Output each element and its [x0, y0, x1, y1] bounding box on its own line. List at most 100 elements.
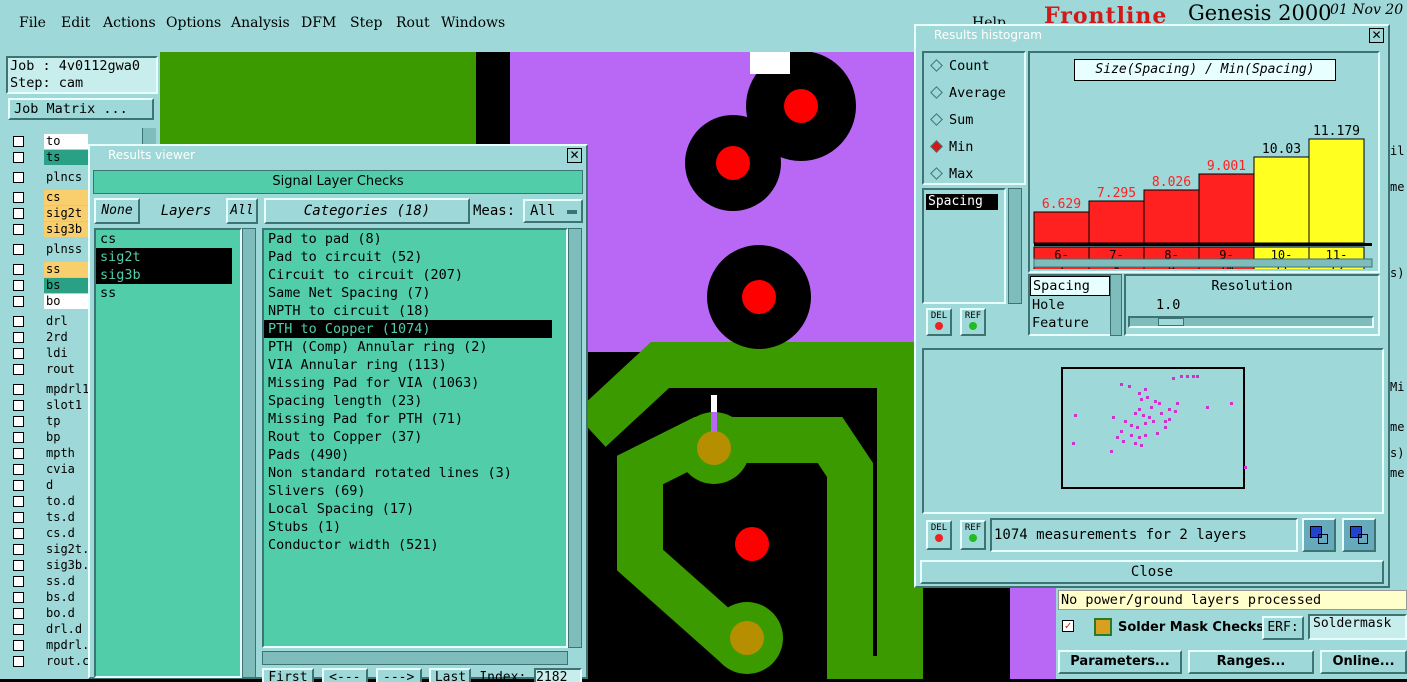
layer-checkbox[interactable] [13, 608, 24, 619]
sidebar-layer-row[interactable]: rout.c [8, 654, 88, 669]
category-item[interactable]: Missing Pad for PTH (71) [264, 410, 566, 428]
zoom-in-icon[interactable] [1342, 518, 1376, 552]
layer-checkbox[interactable] [13, 192, 24, 203]
measure-item-spacing[interactable]: Spacing [926, 194, 998, 210]
mode-radio[interactable]: Average [924, 80, 1024, 107]
layer-checkbox[interactable] [13, 640, 24, 651]
histogram-titlebar[interactable]: Results histogram ✕ [916, 26, 1388, 46]
category-item[interactable]: Missing Pad for VIA (1063) [264, 374, 566, 392]
sidebar-layer-row[interactable]: sig2t. [8, 542, 88, 557]
sidebar-layer-row[interactable]: plncs [8, 170, 88, 185]
sidebar-layer-row[interactable]: sig2t [8, 206, 88, 221]
sidebar-layer-row[interactable]: cs.d [8, 526, 88, 541]
sidebar-layer-row[interactable]: rout [8, 362, 88, 377]
sidebar-layer-row[interactable]: mpdrl1 [8, 382, 88, 397]
layer-checkbox[interactable] [13, 348, 24, 359]
mode-radio[interactable]: Sum [924, 107, 1024, 134]
category-item[interactable]: NPTH to circuit (18) [264, 302, 566, 320]
sidebar-layer-row[interactable]: slot1 [8, 398, 88, 413]
category-item[interactable]: PTH (Comp) Annular ring (2) [264, 338, 566, 356]
first-button[interactable]: First [262, 668, 314, 682]
category-item[interactable]: PTH to Copper (1074) [264, 320, 552, 338]
all-button[interactable]: All [226, 198, 258, 224]
none-button[interactable]: None [94, 198, 140, 224]
sidebar-layer-row[interactable]: ts [8, 150, 88, 165]
ref-button-bottom[interactable]: REF [960, 520, 986, 550]
last-button[interactable]: Last [429, 668, 472, 682]
categories-vscroll[interactable] [568, 228, 582, 648]
layer-checkbox[interactable] [13, 656, 24, 667]
layer-checkbox[interactable] [13, 544, 24, 555]
layer-checkbox[interactable] [13, 384, 24, 395]
mode-radio[interactable]: Min [924, 134, 1024, 161]
layer-checkbox[interactable] [13, 296, 24, 307]
ranges-button[interactable]: Ranges... [1188, 650, 1314, 674]
param-list[interactable]: Spacing Hole Feature [1028, 274, 1112, 336]
category-item[interactable]: Pad to circuit (52) [264, 248, 566, 266]
sidebar-layer-row[interactable]: plnss [8, 242, 88, 257]
layer-checkbox[interactable] [13, 172, 24, 183]
sidebar-layer-row[interactable]: drl.d [8, 622, 88, 637]
layer-checkbox[interactable] [13, 624, 24, 635]
viewer-layers-list[interactable]: cs sig2t sig3b ss [94, 228, 242, 678]
layer-checkbox[interactable] [13, 432, 24, 443]
sidebar-layer-row[interactable]: ts.d [8, 510, 88, 525]
category-item[interactable]: Conductor width (521) [264, 536, 566, 554]
param-item[interactable]: Feature [1030, 314, 1110, 332]
menu-rout[interactable]: Rout [396, 15, 430, 31]
sidebar-layer-row[interactable]: bo [8, 294, 88, 309]
next-button[interactable]: ---> [375, 668, 422, 682]
meas-dropdown[interactable]: All [523, 199, 583, 223]
param-scrollbar[interactable] [1110, 274, 1122, 336]
layer-checkbox[interactable] [13, 316, 24, 327]
scatter-plot[interactable] [924, 350, 1382, 512]
sidebar-layer-row[interactable]: bp [8, 430, 88, 445]
sidebar-layer-row[interactable]: to.d [8, 494, 88, 509]
layer-checkbox[interactable] [13, 264, 24, 275]
category-item[interactable]: Same Net Spacing (7) [264, 284, 566, 302]
index-field[interactable]: 2182 [534, 668, 582, 682]
sidebar-layer-row[interactable]: ss.d [8, 574, 88, 589]
parameters-button[interactable]: Parameters... [1058, 650, 1182, 674]
sidebar-layer-row[interactable]: mpdrl. [8, 638, 88, 653]
histogram-bar[interactable] [1253, 156, 1310, 244]
check-checkbox[interactable]: ✓ [1062, 620, 1074, 632]
categories-list[interactable]: Pad to pad (8) Pad to circuit (52) Circuit… [262, 228, 568, 648]
del-button-top[interactable]: DEL [926, 308, 952, 336]
sidebar-layer-row[interactable]: sig3b. [8, 558, 88, 573]
category-item[interactable]: Non standard rotated lines (3) [264, 464, 566, 482]
layer-checkbox[interactable] [13, 224, 24, 235]
layer-list-item[interactable]: ss [96, 284, 240, 302]
histogram-bar[interactable] [1088, 200, 1145, 244]
chart-hscroll[interactable] [1033, 258, 1373, 268]
mode-radio[interactable]: Max [924, 161, 1024, 188]
sidebar-layer-row[interactable]: 2rd [8, 330, 88, 345]
histogram-chart[interactable]: 6.6296-77.2957-88.0268-99.0019-1010.0310… [1030, 53, 1376, 269]
online-button[interactable]: Online... [1320, 650, 1407, 674]
histogram-bar[interactable] [1143, 189, 1200, 244]
category-item[interactable]: Circuit to circuit (207) [264, 266, 566, 284]
layer-checkbox[interactable] [13, 136, 24, 147]
histogram-bar[interactable] [1308, 138, 1365, 244]
resolution-slider[interactable] [1128, 316, 1374, 328]
category-item[interactable]: Local Spacing (17) [264, 500, 566, 518]
sidebar-layer-row[interactable]: ss [8, 262, 88, 277]
sidebar-layer-row[interactable]: bs.d [8, 590, 88, 605]
job-matrix-button[interactable]: Job Matrix ... [8, 98, 154, 120]
menu-options[interactable]: Options [166, 15, 221, 31]
layer-checkbox[interactable] [13, 528, 24, 539]
layer-checkbox[interactable] [13, 400, 24, 411]
param-item[interactable]: Spacing [1030, 276, 1110, 296]
histogram-bar[interactable] [1033, 211, 1090, 244]
category-item[interactable]: Pads (490) [264, 446, 566, 464]
layer-checkbox[interactable] [13, 244, 24, 255]
sidebar-layer-row[interactable]: bs [8, 278, 88, 293]
measure-scrollbar[interactable] [1008, 188, 1022, 304]
param-item[interactable]: Hole [1030, 296, 1110, 314]
slider-thumb[interactable] [1158, 318, 1184, 326]
layers-scrollbar[interactable] [242, 228, 256, 678]
layer-checkbox[interactable] [13, 364, 24, 375]
sidebar-layer-row[interactable]: drl [8, 314, 88, 329]
layer-checkbox[interactable] [13, 576, 24, 587]
menu-actions[interactable]: Actions [103, 15, 156, 31]
